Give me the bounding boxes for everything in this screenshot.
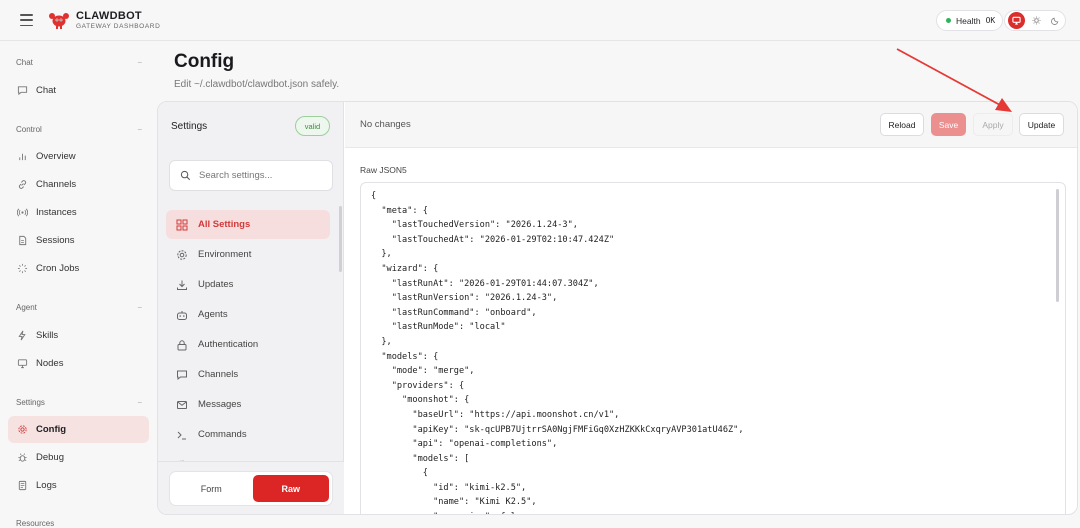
status-badge: valid [295,116,330,136]
link-icon [18,180,27,189]
category-list: All Settings Environment Updates Agents … [158,206,344,461]
search-input[interactable] [199,170,329,181]
moon-icon [1050,17,1058,25]
health-label: Health [956,15,981,26]
page-title: Config [174,51,235,72]
form-mode-button[interactable]: Form [173,475,250,502]
theme-dark-button[interactable] [1047,13,1063,29]
editor-area: No changes Reload Save Apply Update Raw … [345,102,1077,514]
sidebar-item-sessions[interactable]: Sessions [8,227,149,254]
lobster-logo-icon [49,13,69,29]
monitor-icon [1012,16,1021,25]
config-panel: Settings valid All Settings Environment … [157,101,1078,515]
sidebar-item-cron-jobs[interactable]: Cron Jobs [8,255,149,282]
category-more[interactable] [166,450,330,461]
status-dot-icon [946,18,951,23]
menu-icon[interactable] [20,14,33,26]
settings-title: Settings [171,121,208,132]
sidebar-item-nodes[interactable]: Nodes [8,350,149,377]
json-editor[interactable]: { "meta": { "lastTouchedVersion": "2026.… [360,182,1066,514]
document-icon [19,235,27,246]
nav-group-agent[interactable]: Agent − [16,303,142,312]
grid-icon [176,219,188,230]
theme-system-button[interactable] [1008,12,1025,29]
category-scrollbar[interactable] [339,206,342,272]
save-button[interactable]: Save [931,113,966,136]
bar-chart-icon [19,153,26,161]
sidebar-item-chat[interactable]: Chat [8,77,149,104]
theme-light-button[interactable] [1028,13,1044,29]
mail-icon [177,400,187,409]
update-button[interactable]: Update [1019,113,1064,136]
collapse-icon: − [137,58,142,67]
sidebar-item-overview[interactable]: Overview [8,143,149,170]
raw-mode-button[interactable]: Raw [252,475,329,502]
category-commands[interactable]: Commands [166,420,330,449]
radio-icon [17,208,28,217]
collapse-icon: − [137,303,142,312]
category-agents[interactable]: Agents [166,300,330,329]
sidebar-item-skills[interactable]: Skills [8,322,149,349]
reload-button[interactable]: Reload [880,113,924,136]
collapse-icon: − [137,398,142,407]
theme-switcher [1004,10,1066,31]
brand: CLAWDBOT GATEWAY DASHBOARD [76,10,160,30]
sun-icon [1031,16,1041,25]
category-channels[interactable]: Channels [166,360,330,389]
sidebar-item-channels[interactable]: Channels [8,171,149,198]
sidebar-item-debug[interactable]: Debug [8,444,149,471]
sidebar-item-config[interactable]: Config [8,416,149,443]
category-updates[interactable]: Updates [166,270,330,299]
search-icon [180,170,191,181]
nav-group-control[interactable]: Control − [16,125,142,134]
nav-group-chat[interactable]: Chat − [16,58,142,67]
settings-panel: Settings valid All Settings Environment … [158,102,344,514]
zap-icon [18,330,26,341]
sidebar-item-logs[interactable]: Logs [8,472,149,499]
editor-label: Raw JSON5 [360,165,407,175]
mode-footer: Form Raw [158,461,344,514]
category-authentication[interactable]: Authentication [166,330,330,359]
mode-toggle: Form Raw [169,471,333,506]
file-text-icon [18,480,27,491]
gear-icon [18,425,27,434]
loader-icon [17,263,28,274]
terminal-icon [177,431,186,439]
page-subtitle: Edit ~/.clawdbot/clawdbot.json safely. [174,79,340,90]
change-status: No changes [360,119,411,130]
json-content[interactable]: { "meta": { "lastTouchedVersion": "2026.… [371,189,744,514]
category-messages[interactable]: Messages [166,390,330,419]
download-icon [177,280,187,290]
category-all-settings[interactable]: All Settings [166,210,330,239]
collapse-icon: − [137,125,142,134]
category-environment[interactable]: Environment [166,240,330,269]
bot-icon [177,310,187,320]
gear-icon [177,249,187,260]
apply-button[interactable]: Apply [973,113,1013,136]
top-bar: CLAWDBOT GATEWAY DASHBOARD Health OK [0,0,1080,41]
action-bar: No changes Reload Save Apply Update [345,102,1077,148]
health-badge[interactable]: Health OK [936,10,1004,31]
lock-icon [177,339,187,350]
nav-group-settings[interactable]: Settings − [16,398,142,407]
settings-search [169,160,333,191]
brand-title: CLAWDBOT [76,10,142,22]
chat-icon [177,370,187,380]
sidebar: Chat − Chat Control − Overview Channels In… [0,41,157,528]
sidebar-item-instances[interactable]: Instances [8,199,149,226]
brand-subtitle: GATEWAY DASHBOARD [76,23,161,30]
chat-icon [17,86,28,96]
monitor-icon [17,359,28,369]
editor-scrollbar[interactable] [1056,189,1059,302]
health-value: OK [985,16,996,25]
bug-icon [18,453,27,462]
